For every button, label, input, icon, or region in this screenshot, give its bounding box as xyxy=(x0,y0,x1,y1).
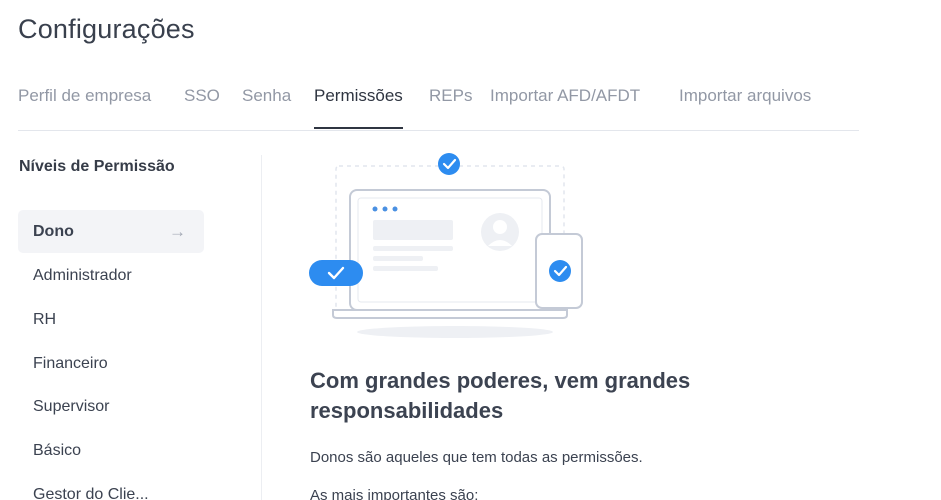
sidebar-divider xyxy=(261,155,262,500)
permission-item-administrador[interactable]: Administrador xyxy=(18,254,204,297)
tab-importar-arquivos[interactable]: Importar arquivos xyxy=(679,86,811,129)
sidebar-title: Níveis de Permissão xyxy=(19,158,175,175)
permission-item-dono[interactable]: Dono → xyxy=(18,210,204,253)
permission-item-gestor-do-cliente[interactable]: Gestor do Clie... xyxy=(18,473,204,500)
permission-item-financeiro[interactable]: Financeiro xyxy=(18,342,204,385)
settings-page: Configurações Perfil de empresa SSO Senh… xyxy=(0,0,941,500)
tab-senha[interactable]: Senha xyxy=(242,86,291,129)
permission-item-supervisor[interactable]: Supervisor xyxy=(18,385,204,428)
tab-importar-afd-afdt[interactable]: Importar AFD/AFDT xyxy=(490,86,640,129)
content-heading: Com grandes poderes, vem grandes respons… xyxy=(310,368,691,423)
page-title: Configurações xyxy=(18,14,195,44)
permission-item-label: Dono xyxy=(33,223,74,240)
permission-item-rh[interactable]: RH xyxy=(18,298,204,341)
content-list-intro: As mais importantes são: xyxy=(310,487,479,500)
devices-check-illustration xyxy=(309,153,583,338)
permission-item-label: Financeiro xyxy=(33,355,108,372)
arrow-right-icon: → xyxy=(169,222,186,241)
tab-sso[interactable]: SSO xyxy=(184,86,220,129)
permission-item-basico[interactable]: Básico xyxy=(18,429,204,472)
permission-item-label: Gestor do Clie... xyxy=(33,486,149,500)
permission-item-label: Administrador xyxy=(33,267,132,284)
permission-item-label: Supervisor xyxy=(33,398,110,415)
settings-tabs: Perfil de empresa SSO Senha Permissões R… xyxy=(18,86,859,131)
permission-item-label: Básico xyxy=(33,442,82,459)
tab-perfil-de-empresa[interactable]: Perfil de empresa xyxy=(18,86,151,129)
tab-permissoes[interactable]: Permissões xyxy=(314,86,403,129)
permission-item-label: RH xyxy=(33,311,57,328)
tab-reps[interactable]: REPs xyxy=(429,86,472,129)
content-paragraph: Donos são aqueles que tem todas as permi… xyxy=(310,449,643,466)
